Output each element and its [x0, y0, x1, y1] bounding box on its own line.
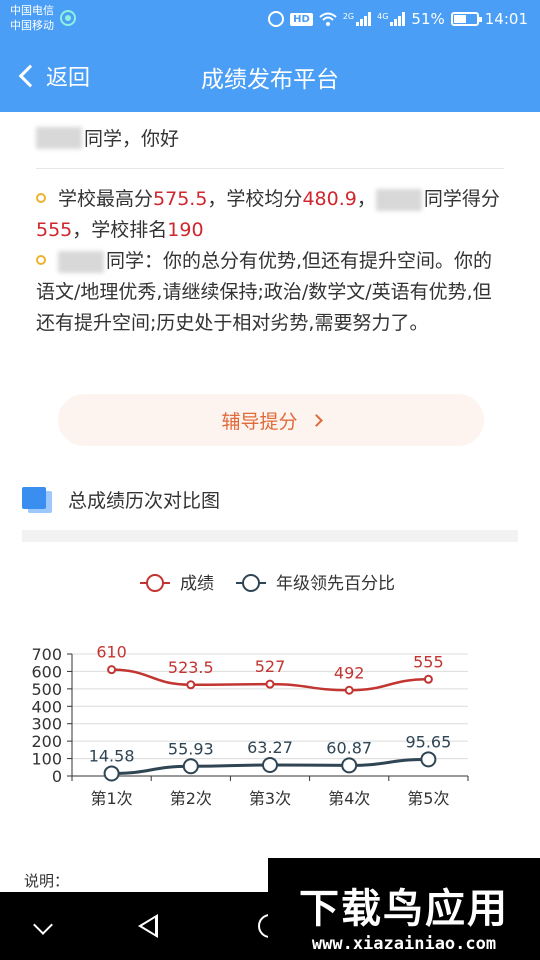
data-label: 492	[334, 663, 365, 682]
y-tick-label: 600	[31, 662, 62, 681]
content-area[interactable]: 同学，你好 学校最高分575.5，学校均分480.9， 同学得分555，学校排名1…	[0, 112, 540, 892]
greeting-text: 同学，你好	[84, 128, 180, 150]
nav-collapse-icon[interactable]	[33, 915, 53, 935]
net-type-2: 4G	[377, 12, 389, 21]
advice-text: 同学：你的总分有优势,但还有提升空间。你的语文/地理优秀,请继续保持;政治/数学…	[36, 250, 493, 334]
carrier-1: 中国电信	[10, 4, 54, 17]
school-avg-score: 480.9	[302, 188, 357, 210]
chart-section-icon	[22, 486, 52, 513]
divider	[36, 168, 504, 169]
y-tick-label: 500	[31, 680, 62, 699]
signal-2g-icon: 2G	[342, 12, 372, 26]
summary-line-1: 学校最高分575.5，学校均分480.9， 同学得分 555，学校排名190	[36, 184, 510, 246]
x-tick-label: 第5次	[407, 789, 449, 808]
data-point	[423, 674, 433, 684]
note-label: 说明：	[24, 872, 70, 890]
watermark-logo: 下载鸟应用	[299, 886, 509, 932]
redacted-name	[375, 188, 422, 211]
greeting: 同学，你好	[36, 124, 179, 151]
section-header: 总成绩历次对比图	[22, 486, 220, 513]
wifi-icon	[319, 12, 337, 26]
bullet-icon	[36, 254, 46, 265]
x-tick-label: 第3次	[249, 789, 291, 808]
legend-marker	[146, 574, 164, 592]
summary-text: ，学校排名	[72, 219, 168, 241]
signal-4g-icon: 4G	[377, 12, 406, 26]
status-indicators: HD 2G 4G 51% 14:01	[268, 8, 528, 30]
redacted-name	[58, 250, 104, 273]
data-label: 610	[96, 643, 127, 662]
data-point	[344, 685, 354, 695]
y-tick-label: 0	[52, 767, 62, 786]
data-label: 60.87	[326, 738, 372, 757]
redacted-name	[36, 126, 82, 149]
battery-percent: 51%	[411, 10, 445, 28]
section-separator	[22, 530, 518, 542]
bullet-icon	[36, 192, 46, 203]
y-tick-label: 700	[31, 645, 62, 664]
score-history-chart: 0 100 200 300 400 500 600 700 第1次 第2次 第3次 第4次 第5次 610…	[0, 552, 540, 822]
summary-text: ，	[356, 188, 376, 210]
y-tick-label: 100	[31, 750, 62, 769]
data-label: 14.58	[89, 746, 135, 765]
data-point	[182, 758, 199, 775]
carrier-2: 中国移动	[10, 19, 54, 32]
data-label: 63.27	[247, 738, 293, 757]
data-label: 95.65	[405, 732, 451, 751]
summary-text: ，学校均分	[207, 188, 303, 210]
app-header: 返回 成绩发布平台	[0, 38, 540, 112]
score-summary: 学校最高分575.5，学校均分480.9， 同学得分 555，学校排名190 同学：…	[36, 184, 510, 339]
student-score: 555	[36, 219, 73, 241]
data-label: 527	[255, 657, 286, 676]
data-point	[262, 756, 278, 773]
school-rank: 190	[167, 219, 204, 241]
data-label: 55.93	[168, 739, 214, 758]
chevron-right-icon	[309, 413, 323, 427]
summary-line-2: 同学：你的总分有优势,但还有提升空间。你的语文/地理优秀,请继续保持;政治/数学…	[36, 246, 510, 339]
data-label: 555	[413, 652, 444, 671]
x-tick-label: 第4次	[328, 789, 370, 808]
data-point	[186, 680, 196, 690]
clock: 14:01	[484, 10, 528, 28]
legend-label: 成绩	[180, 574, 214, 594]
x-tick-label: 第2次	[170, 789, 212, 808]
tutor-boost-button[interactable]: 辅导提分	[58, 394, 484, 446]
watermark: 下载鸟应用 www.xiazainiao.com	[268, 858, 540, 960]
data-point	[420, 751, 437, 768]
battery-icon	[450, 12, 482, 26]
data-point	[265, 679, 275, 689]
x-tick-label: 第1次	[91, 789, 133, 808]
watermark-url: www.xiazainiao.com	[311, 934, 497, 954]
status-bar: 中国电信 中国移动 HD 2G 4G 51% 14:01	[0, 0, 540, 38]
tutor-button-label: 辅导提分	[221, 410, 298, 433]
legend-marker	[242, 574, 260, 592]
data-point	[341, 757, 358, 774]
carrier-badge-icon	[60, 10, 76, 26]
alarm-icon	[268, 11, 285, 27]
chart-svg: 0100200300400500600700 第1次 第2次 第3次 第4次 第5次 610…	[31, 574, 469, 808]
data-label: 523.5	[168, 658, 214, 677]
carrier-info: 中国电信 中国移动	[10, 3, 54, 33]
school-max-score: 575.5	[153, 188, 208, 210]
data-point	[103, 765, 120, 782]
y-tick-label: 200	[31, 732, 62, 751]
nav-back-icon[interactable]	[138, 914, 158, 938]
summary-text: 同学得分	[423, 188, 500, 210]
section-title: 总成绩历次对比图	[68, 490, 221, 512]
summary-text: 学校最高分	[58, 188, 154, 210]
data-point	[107, 665, 117, 675]
y-tick-label: 400	[31, 697, 62, 716]
hd-icon: HD	[290, 12, 313, 26]
page-title: 成绩发布平台	[201, 67, 339, 93]
net-type-1: 2G	[342, 12, 355, 21]
y-tick-label: 300	[31, 715, 62, 734]
legend-label: 年级领先百分比	[276, 574, 395, 594]
